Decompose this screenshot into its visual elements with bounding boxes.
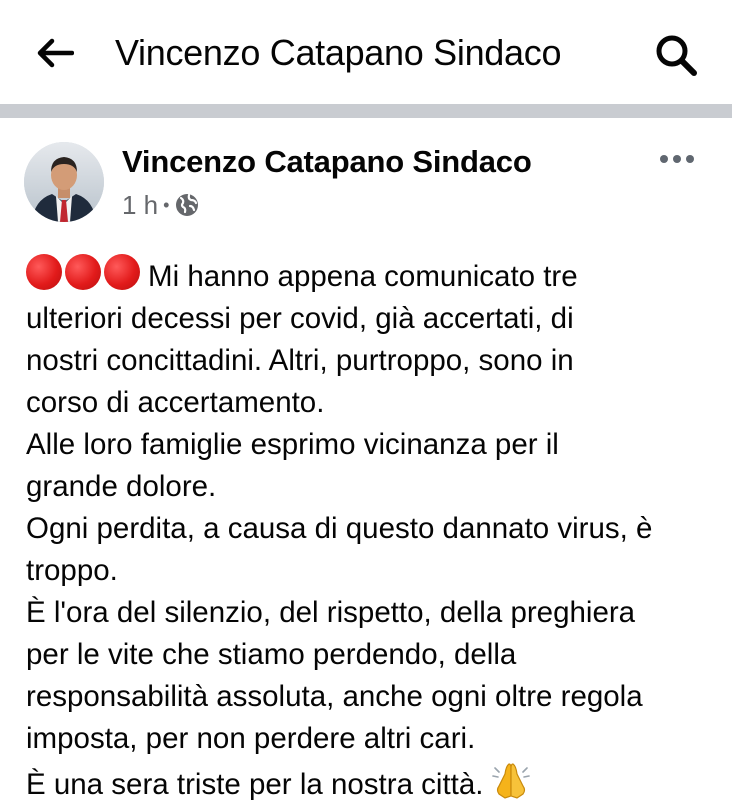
post-text-line: grande dolore.	[26, 470, 217, 503]
more-options-dot	[686, 155, 694, 163]
page-title: Vincenzo Catapano Sindaco	[115, 32, 562, 73]
post-text-line: Mi hanno appena comunicato tre	[26, 254, 726, 298]
meta-separator: •	[163, 194, 170, 215]
avatar[interactable]	[24, 142, 104, 222]
arrow-left-icon	[37, 38, 74, 68]
post-timestamp[interactable]: 1 h	[122, 190, 158, 221]
post-text-line: Ogni perdita, a causa di questo dannato …	[26, 512, 653, 545]
top-navigation-bar: Vincenzo Catapano Sindaco	[0, 0, 732, 104]
section-divider	[0, 104, 732, 118]
post-body-text: Mi hanno appena comunicato tre ulteriori…	[26, 254, 726, 800]
post-text-line: È una sera triste per la nostra città.	[26, 760, 726, 800]
profile-photo	[24, 142, 104, 222]
post-text-line: per le vite che stiamo perdendo, della	[26, 638, 517, 671]
post-card: Vincenzo Catapano Sindaco 1 h • Mi hanno…	[0, 118, 732, 800]
red-circle-icon	[65, 254, 101, 290]
folded-hands-icon	[491, 760, 531, 800]
post-text-line-content: Mi hanno appena comunicato tre	[148, 260, 578, 293]
post-text-line-content: È una sera triste per la nostra città.	[26, 768, 484, 800]
post-text-line: responsabilità assoluta, anche ogni oltr…	[26, 680, 643, 713]
facebook-page-post-view: Vincenzo Catapano Sindaco Vincenzo Catap…	[0, 0, 732, 800]
more-options-dot	[673, 155, 681, 163]
post-text-line: Alle loro famiglie esprimo vicinanza per…	[26, 428, 559, 461]
post-text-line: ulteriori decessi per covid, già accerta…	[26, 302, 574, 335]
post-meta: 1 h •	[122, 190, 200, 220]
red-circle-emojis	[26, 254, 140, 290]
globe-icon	[176, 193, 199, 216]
search-icon	[656, 35, 697, 76]
red-circle-icon	[26, 254, 62, 290]
back-button[interactable]	[30, 30, 80, 76]
search-button[interactable]	[650, 30, 702, 80]
post-text-line: È l'ora del silenzio, del rispetto, dell…	[26, 596, 636, 629]
post-text-line: nostri concittadini. Altri, purtroppo, s…	[26, 344, 574, 377]
more-options-button[interactable]	[652, 144, 702, 174]
more-options-icon	[660, 155, 668, 163]
post-author-name[interactable]: Vincenzo Catapano Sindaco	[122, 144, 532, 180]
post-text-line: troppo.	[26, 554, 118, 587]
post-text-line: corso di accertamento.	[26, 386, 325, 419]
red-circle-icon	[104, 254, 140, 290]
post-text-line: imposta, per non perdere altri cari.	[26, 722, 476, 755]
